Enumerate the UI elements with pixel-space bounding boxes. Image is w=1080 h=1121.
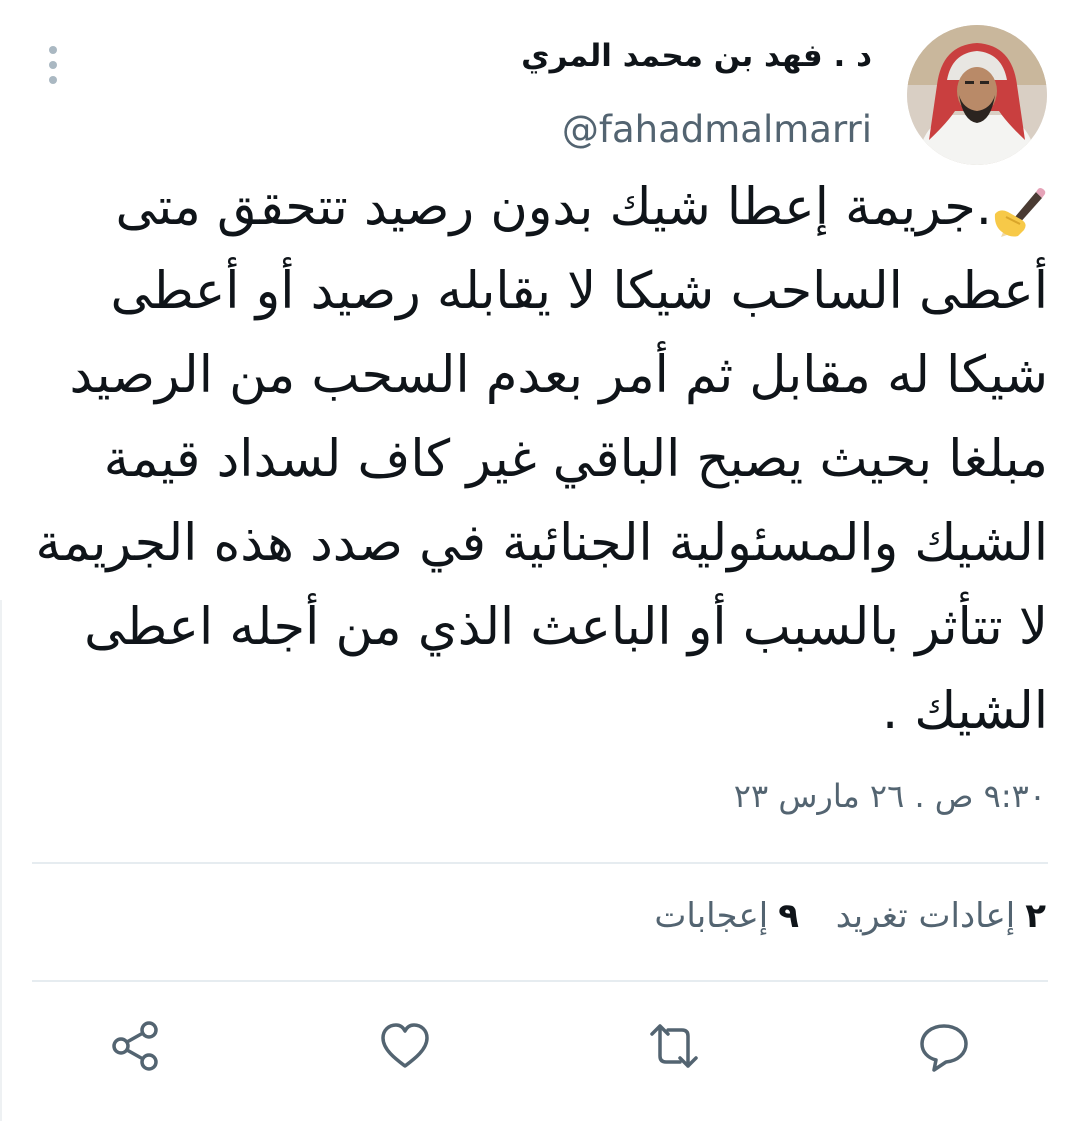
likes-stat[interactable]: ٩إعجابات xyxy=(654,896,799,936)
tweet-text: .جريمة إعطا شيك بدون رصيد تتحقق متى أعطى… xyxy=(30,166,1048,754)
likes-count: ٩ xyxy=(778,896,799,936)
writing-hand-icon xyxy=(992,182,1048,238)
left-edge-rule xyxy=(0,600,2,1121)
share-icon[interactable] xyxy=(107,1018,163,1074)
reply-icon[interactable] xyxy=(916,1018,972,1074)
retweet-icon[interactable] xyxy=(646,1018,702,1074)
like-icon[interactable] xyxy=(377,1018,433,1074)
tweet-timestamp[interactable]: ٩:٣٠ ص . ٢٦ مارس ٢٣ xyxy=(734,777,1046,815)
divider-bottom xyxy=(32,980,1048,982)
likes-label: إعجابات xyxy=(654,896,769,936)
tweet-text-content: .جريمة إعطا شيك بدون رصيد تتحقق متى أعطى… xyxy=(35,178,1048,741)
avatar-photo xyxy=(907,25,1047,165)
engagement-stats: ٢إعادات تغريد ٩إعجابات xyxy=(628,896,1046,936)
divider-top xyxy=(32,862,1048,864)
retweets-stat[interactable]: ٢إعادات تغريد xyxy=(836,896,1046,936)
retweets-label: إعادات تغريد xyxy=(835,896,1016,936)
retweets-count: ٢ xyxy=(1025,896,1046,936)
author-handle[interactable]: @fahadmalmarri xyxy=(562,108,872,151)
more-options-icon[interactable] xyxy=(44,44,62,86)
author-display-name[interactable]: د . فهد بن محمد المري xyxy=(521,38,872,74)
avatar[interactable] xyxy=(907,25,1047,165)
